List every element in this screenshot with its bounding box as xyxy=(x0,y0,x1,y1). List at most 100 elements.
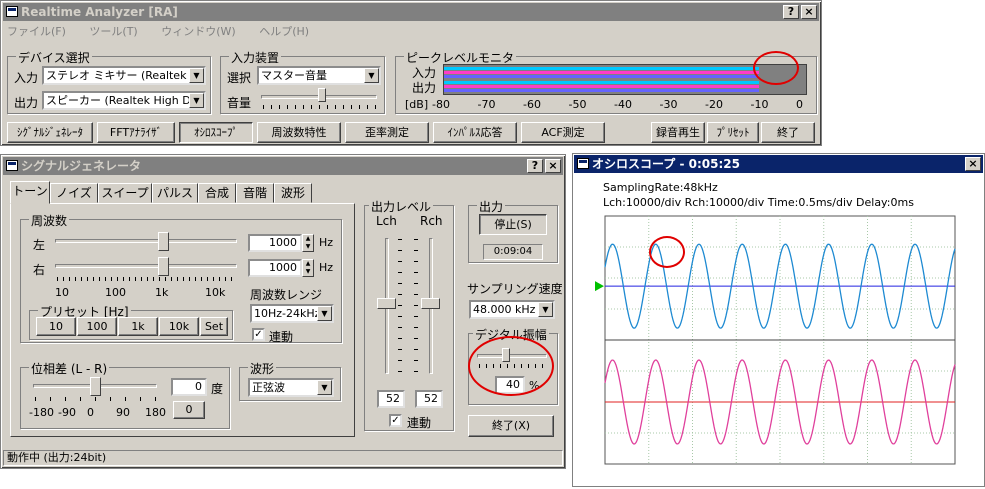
toolbar-button-2[interactable]: ｵｼﾛｽｺｰﾌﾟ xyxy=(179,122,253,143)
freq-right-spinner[interactable]: ▲ ▼ xyxy=(302,259,314,277)
tab-1[interactable]: ノイズ xyxy=(50,183,98,203)
waveform-select[interactable]: 正弦波 ▼ xyxy=(248,378,334,397)
input-device-value: ステレオ ミキサー (Realtek xyxy=(46,69,187,82)
chevron-down-icon[interactable]: ▼ xyxy=(538,302,553,317)
menu-file[interactable]: ファイル(F) xyxy=(7,25,66,38)
chevron-down-icon[interactable]: ▼ xyxy=(317,306,332,321)
output-device-select[interactable]: スピーカー (Realtek High D ▼ xyxy=(42,91,206,110)
preset-button-3[interactable]: 10k xyxy=(159,317,199,336)
menu-tools[interactable]: ツール(T) xyxy=(89,25,137,38)
freq-left-input[interactable]: 1000 xyxy=(248,234,302,252)
toolbar-right-button-1[interactable]: ﾌﾟﾘｾｯﾄ xyxy=(707,122,759,143)
freq-right-slider-thumb[interactable] xyxy=(158,257,170,276)
waveform-group: 波形 正弦波 ▼ xyxy=(239,360,341,401)
siggen-help-button[interactable]: ? xyxy=(527,159,543,173)
sampling-select[interactable]: 48.000 kHz ▼ xyxy=(469,300,555,319)
tab-0[interactable]: トーン xyxy=(10,181,50,204)
menu-bar: ファイル(F) ツール(T) ウィンドウ(W) ヘルプ(H) xyxy=(7,23,329,39)
level-link-checkbox[interactable]: ✓ xyxy=(389,414,402,427)
sampling-value: 48.000 kHz xyxy=(473,303,536,316)
tab-3[interactable]: パルス xyxy=(152,183,198,203)
stop-button[interactable]: 停止(S) xyxy=(479,214,547,235)
toolbar-right-button-2[interactable]: 終了 xyxy=(761,122,815,143)
phase-scale-label: -90 xyxy=(58,406,76,419)
preset-button-2[interactable]: 1k xyxy=(118,317,158,336)
close-button[interactable]: × xyxy=(801,5,817,19)
toolbar-button-5[interactable]: ｲﾝﾊﾟﾙｽ応答 xyxy=(433,122,517,143)
tab-5[interactable]: 音階 xyxy=(236,183,274,203)
siggen-title: シグナルジェネレータ xyxy=(21,159,142,173)
toolbar-button-4[interactable]: 歪率測定 xyxy=(345,122,429,143)
help-button[interactable]: ? xyxy=(783,5,799,19)
phase-scale-label: 0 xyxy=(87,406,94,419)
volume-ticks xyxy=(263,105,377,109)
phase-unit: 度 xyxy=(211,382,224,396)
siggen-window: シグナルジェネレータ ? × トーン ノイズ スイープ パルス 合成 音階 波形 周波数 左… xyxy=(0,154,566,469)
freq-scale-label: 10k xyxy=(205,286,226,299)
phase-ticks xyxy=(35,397,157,401)
freq-left-label: 左 xyxy=(33,238,46,252)
freq-ticks xyxy=(57,277,237,281)
toolbar-button-3[interactable]: 周波数特性 xyxy=(257,122,341,143)
menu-window[interactable]: ウィンドウ(W) xyxy=(161,25,235,38)
freq-left-slider-track[interactable] xyxy=(55,239,237,243)
peak-bar-4 xyxy=(444,85,759,88)
siggen-close-button[interactable]: × xyxy=(545,159,561,173)
tab-2[interactable]: スイープ xyxy=(98,183,152,203)
toolbar-button-6[interactable]: ACF測定 xyxy=(521,122,605,143)
peak-scale-label: -60 xyxy=(523,98,541,111)
preset-button-0[interactable]: 10 xyxy=(36,317,76,336)
toolbar-right-button-0[interactable]: 録音再生 xyxy=(651,122,705,143)
lch-slider-thumb[interactable] xyxy=(377,298,396,310)
menu-help[interactable]: ヘルプ(H) xyxy=(259,25,309,38)
frequency-group: 周波数 左 右 10 100 1k 10k 1000 ▲ ▼ Hz 1000 ▲ ▼ Hz… xyxy=(20,212,342,344)
annotation-circle-waveform xyxy=(649,236,685,268)
freq-right-input[interactable]: 1000 xyxy=(248,259,302,277)
chevron-down-icon[interactable]: ▼ xyxy=(364,68,379,83)
input-device-label: 入力 xyxy=(14,71,39,85)
peak-bar-0 xyxy=(444,67,759,70)
rch-level-input[interactable]: 52 xyxy=(415,390,443,408)
device-group: デバイス選択 入力 ステレオ ミキサー (Realtek ▼ 出力 スピーカー … xyxy=(7,49,211,114)
freq-right-unit: Hz xyxy=(319,261,334,274)
chevron-down-icon[interactable]: ▼ xyxy=(189,68,204,83)
status-bar: 動作中 (出力:24bit) xyxy=(3,450,563,466)
tab-4[interactable]: 合成 xyxy=(198,183,236,203)
phase-scale-label: 90 xyxy=(116,406,130,419)
freq-range-select[interactable]: 10Hz-24kHz ▼ xyxy=(250,304,334,323)
peak-scale-label: -20 xyxy=(705,98,723,111)
freq-range-label: 周波数レンジ xyxy=(250,288,323,302)
main-titlebar: Realtime Analyzer [RA] ? × xyxy=(3,3,819,21)
volume-slider-thumb[interactable] xyxy=(318,88,327,102)
output-group: 出力 停止(S) 0:09:04 xyxy=(468,198,558,263)
source-select-label: 選択 xyxy=(227,71,252,85)
toolbar-button-1[interactable]: FFTｱﾅﾗｲｻﾞ xyxy=(97,122,175,143)
freq-left-slider-thumb[interactable] xyxy=(158,232,170,251)
phase-slider-thumb[interactable] xyxy=(90,377,101,396)
source-select[interactable]: マスター音量 ▼ xyxy=(257,66,381,85)
siggen-titlebar: シグナルジェネレータ ? × xyxy=(3,157,563,175)
freq-right-slider-track[interactable] xyxy=(55,264,237,268)
preset-button-1[interactable]: 100 xyxy=(77,317,117,336)
phase-input[interactable]: 0 xyxy=(171,378,207,396)
chevron-down-icon[interactable]: ▼ xyxy=(189,93,204,108)
chevron-down-icon[interactable]: ▼ xyxy=(317,380,332,395)
preset-button-4[interactable]: Set xyxy=(200,317,228,336)
toolbar-button-0[interactable]: ｼｸﾞﾅﾙｼﾞｪﾈﾚｰﾀ xyxy=(7,122,93,143)
peak-scale-label: -50 xyxy=(568,98,587,111)
input-device-select[interactable]: ステレオ ミキサー (Realtek ▼ xyxy=(42,66,206,85)
lch-level-input[interactable]: 52 xyxy=(377,390,405,408)
scope-window: オシロスコープ - 0:05:25 × SamplingRate:48kHz L… xyxy=(572,153,985,487)
phase-reset-button[interactable]: 0 xyxy=(173,401,205,419)
waveform-value: 正弦波 xyxy=(252,381,285,394)
freq-left-spinner[interactable]: ▲ ▼ xyxy=(302,234,314,252)
rch-ticks xyxy=(414,239,418,373)
rch-slider-thumb[interactable] xyxy=(421,298,440,310)
freq-link-checkbox[interactable]: ✓ xyxy=(252,328,265,341)
siggen-exit-button[interactable]: 終了(X) xyxy=(468,415,554,437)
annotation-circle-digital-amp xyxy=(468,336,554,396)
phase-scale-label: 180 xyxy=(145,406,166,419)
tab-6[interactable]: 波形 xyxy=(274,183,312,203)
device-group-label: デバイス選択 xyxy=(16,49,92,66)
phase-group: 位相差 (L - R) -180 -90 0 90 180 0 度 0 xyxy=(20,360,230,429)
